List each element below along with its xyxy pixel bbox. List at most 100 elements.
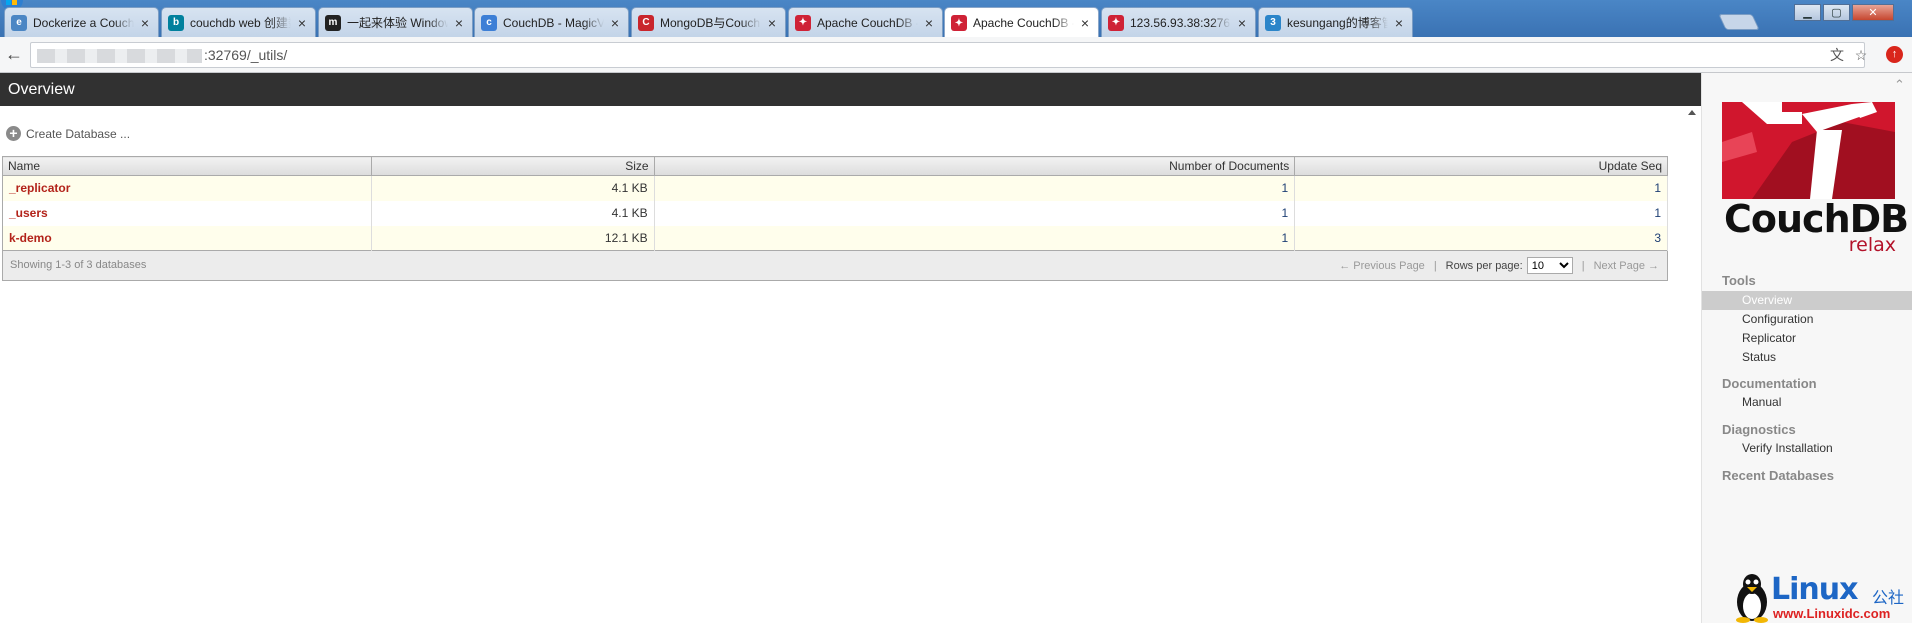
tab-close-icon[interactable]: × <box>608 16 622 30</box>
browser-tab[interactable]: b couchdb web 创建数据 × <box>161 7 316 37</box>
browser-tab[interactable]: ✦ Apache CouchDB - Futon × <box>788 7 943 37</box>
tab-favicon-icon: ✦ <box>1108 14 1124 31</box>
browser-tab-strip: eDockerize a CouchDB×bcouchdb web 创建数据×m… <box>0 0 1912 37</box>
tab-close-icon[interactable]: × <box>1235 16 1249 30</box>
couchdb-logo[interactable]: CouchDB relax <box>1721 102 1909 256</box>
previous-page-link[interactable]: ← Previous Page <box>1339 260 1425 272</box>
redacted-host <box>37 49 202 64</box>
browser-tab[interactable]: e Dockerize a CouchDB × <box>4 7 159 37</box>
create-database-label: Create Database ... <box>26 126 131 141</box>
browser-tab[interactable]: m 一起来体验 Windows环 × <box>318 7 473 37</box>
watermark-url: www.Linuxidc.com <box>1773 606 1891 621</box>
size-cell: 4.1 KB <box>371 200 655 226</box>
sidebar-section-tools: Tools <box>1722 273 1756 288</box>
back-arrow-icon[interactable]: ← <box>2 43 26 67</box>
database-link[interactable]: _replicator <box>9 181 70 195</box>
tab-title: 一起来体验 Windows环 <box>347 16 448 30</box>
column-header-name[interactable]: Name <box>2 156 372 176</box>
tab-close-icon[interactable]: × <box>452 16 466 30</box>
sidebar-item-status[interactable]: Status <box>1702 348 1912 367</box>
sidebar-item-overview[interactable]: Overview <box>1702 291 1912 310</box>
translate-icon[interactable]: 文 <box>1828 46 1846 64</box>
pager-controls: ← Previous Page | Rows per page: 10 | Ne… <box>1339 257 1659 274</box>
watermark-brand: Linux <box>1771 572 1858 607</box>
add-circle-icon: + <box>6 126 21 141</box>
sidebar-item-verify-installation[interactable]: Verify Installation <box>1702 439 1912 458</box>
tab-favicon-icon: 3 <box>1265 14 1281 31</box>
tab-favicon-icon: c <box>481 14 497 31</box>
database-name-cell: k-demo <box>2 225 372 251</box>
couchdb-relax-figure-icon <box>1722 102 1895 199</box>
browser-tab[interactable]: C MongoDB与CouchDB全 × <box>631 7 786 37</box>
maximize-button[interactable]: ▢ <box>1823 4 1850 21</box>
tab-favicon-icon: ✦ <box>795 14 811 31</box>
sidebar-tools-list: Overview Configuration Replicator Status <box>1702 291 1912 367</box>
sidebar: ⌃ CouchDB relax Tools Overview Configura… <box>1701 73 1912 623</box>
window-close-button[interactable]: ✕ <box>1852 4 1894 21</box>
tab-close-icon[interactable]: × <box>295 16 309 30</box>
next-page-link[interactable]: Next Page → <box>1594 260 1659 272</box>
tab-title: Dockerize a CouchDB <box>33 15 134 30</box>
sidebar-documentation-list: Manual <box>1702 393 1912 412</box>
tab-close-icon[interactable]: × <box>765 16 779 30</box>
watermark-brand-suffix: 公社 <box>1872 590 1905 607</box>
browser-tab[interactable]: 3 kesungang的博客管理 × <box>1258 7 1413 37</box>
database-link[interactable]: k-demo <box>9 231 52 245</box>
new-tab-button[interactable] <box>1718 14 1760 30</box>
tab-title: 123.56.93.38:32768/kk <box>1130 15 1231 30</box>
sidebar-section-diagnostics: Diagnostics <box>1722 422 1796 437</box>
tab-title: kesungang的博客管理 <box>1287 16 1388 30</box>
tab-title: couchdb web 创建数据 <box>190 16 291 30</box>
tab-close-icon[interactable]: × <box>1078 16 1092 30</box>
tab-favicon-icon: e <box>11 14 27 31</box>
database-name-cell: _replicator <box>2 175 372 201</box>
database-name-cell: _users <box>2 200 372 226</box>
size-cell: 12.1 KB <box>371 225 655 251</box>
column-header-update-seq[interactable]: Update Seq <box>1294 156 1668 176</box>
sidebar-item-manual[interactable]: Manual <box>1702 393 1912 412</box>
browser-tab[interactable]: c CouchDB - MagicV - 博 × <box>474 7 629 37</box>
minimize-button[interactable]: ▁ <box>1794 4 1821 21</box>
pager-separator: | <box>1581 259 1585 272</box>
documents-cell: 1 <box>654 175 1296 201</box>
tab-title: MongoDB与CouchDB全 <box>660 16 761 30</box>
scroll-up-arrow-icon[interactable] <box>1688 110 1696 115</box>
create-database-button[interactable]: + Create Database ... <box>6 126 130 141</box>
table-row: _replicator 4.1 KB 1 1 <box>2 175 1668 201</box>
bookmark-star-icon[interactable]: ☆ <box>1852 46 1870 64</box>
tab-favicon-icon: m <box>325 14 341 31</box>
tab-title: Apache CouchDB - Futon <box>817 15 918 30</box>
address-bar: ← :32769/_utils/ 文 ☆ ↑ <box>0 37 1912 73</box>
extension-icon[interactable]: ↑ <box>1886 46 1903 63</box>
linuxidc-watermark: Linux 公社 www.Linuxidc.com <box>1734 572 1912 623</box>
rows-per-page-select[interactable]: 10 <box>1526 257 1573 274</box>
database-link[interactable]: _users <box>9 206 48 220</box>
page-title: Overview <box>0 73 1701 106</box>
couchdb-logo-tagline: relax <box>1848 234 1896 256</box>
sidebar-collapse-icon[interactable]: ⌃ <box>1894 78 1906 91</box>
tab-close-icon[interactable]: × <box>1392 16 1406 30</box>
sidebar-item-replicator[interactable]: Replicator <box>1702 329 1912 348</box>
tab-title: Apache CouchDB - Futon <box>973 16 1074 30</box>
pager-separator: | <box>1433 259 1437 272</box>
tab-favicon-icon: ✦ <box>951 15 967 31</box>
sidebar-section-documentation: Documentation <box>1722 376 1817 391</box>
tab-title: CouchDB - MagicV - 博 <box>503 16 604 30</box>
browser-tab[interactable]: ✦ Apache CouchDB - Futon × <box>944 7 1099 37</box>
update-seq-cell: 1 <box>1294 175 1668 201</box>
databases-table: Name Size Number of Documents Update Seq… <box>2 156 1668 251</box>
column-header-size[interactable]: Size <box>371 156 655 176</box>
browser-tab[interactable]: ✦ 123.56.93.38:32768/kk × <box>1101 7 1256 37</box>
documents-cell: 1 <box>654 225 1296 251</box>
column-header-documents[interactable]: Number of Documents <box>654 156 1296 176</box>
tab-close-icon[interactable]: × <box>922 16 936 30</box>
page-scrollbar[interactable] <box>1683 106 1701 623</box>
sidebar-diagnostics-list: Verify Installation <box>1702 439 1912 458</box>
update-seq-cell: 3 <box>1294 225 1668 251</box>
tab-favicon-icon: C <box>638 14 654 31</box>
tux-penguin-icon <box>1736 574 1768 623</box>
url-input[interactable]: :32769/_utils/ <box>30 42 1865 68</box>
tab-close-icon[interactable]: × <box>138 16 152 30</box>
sidebar-item-configuration[interactable]: Configuration <box>1702 310 1912 329</box>
rows-per-page-label: Rows per page: <box>1445 259 1523 272</box>
